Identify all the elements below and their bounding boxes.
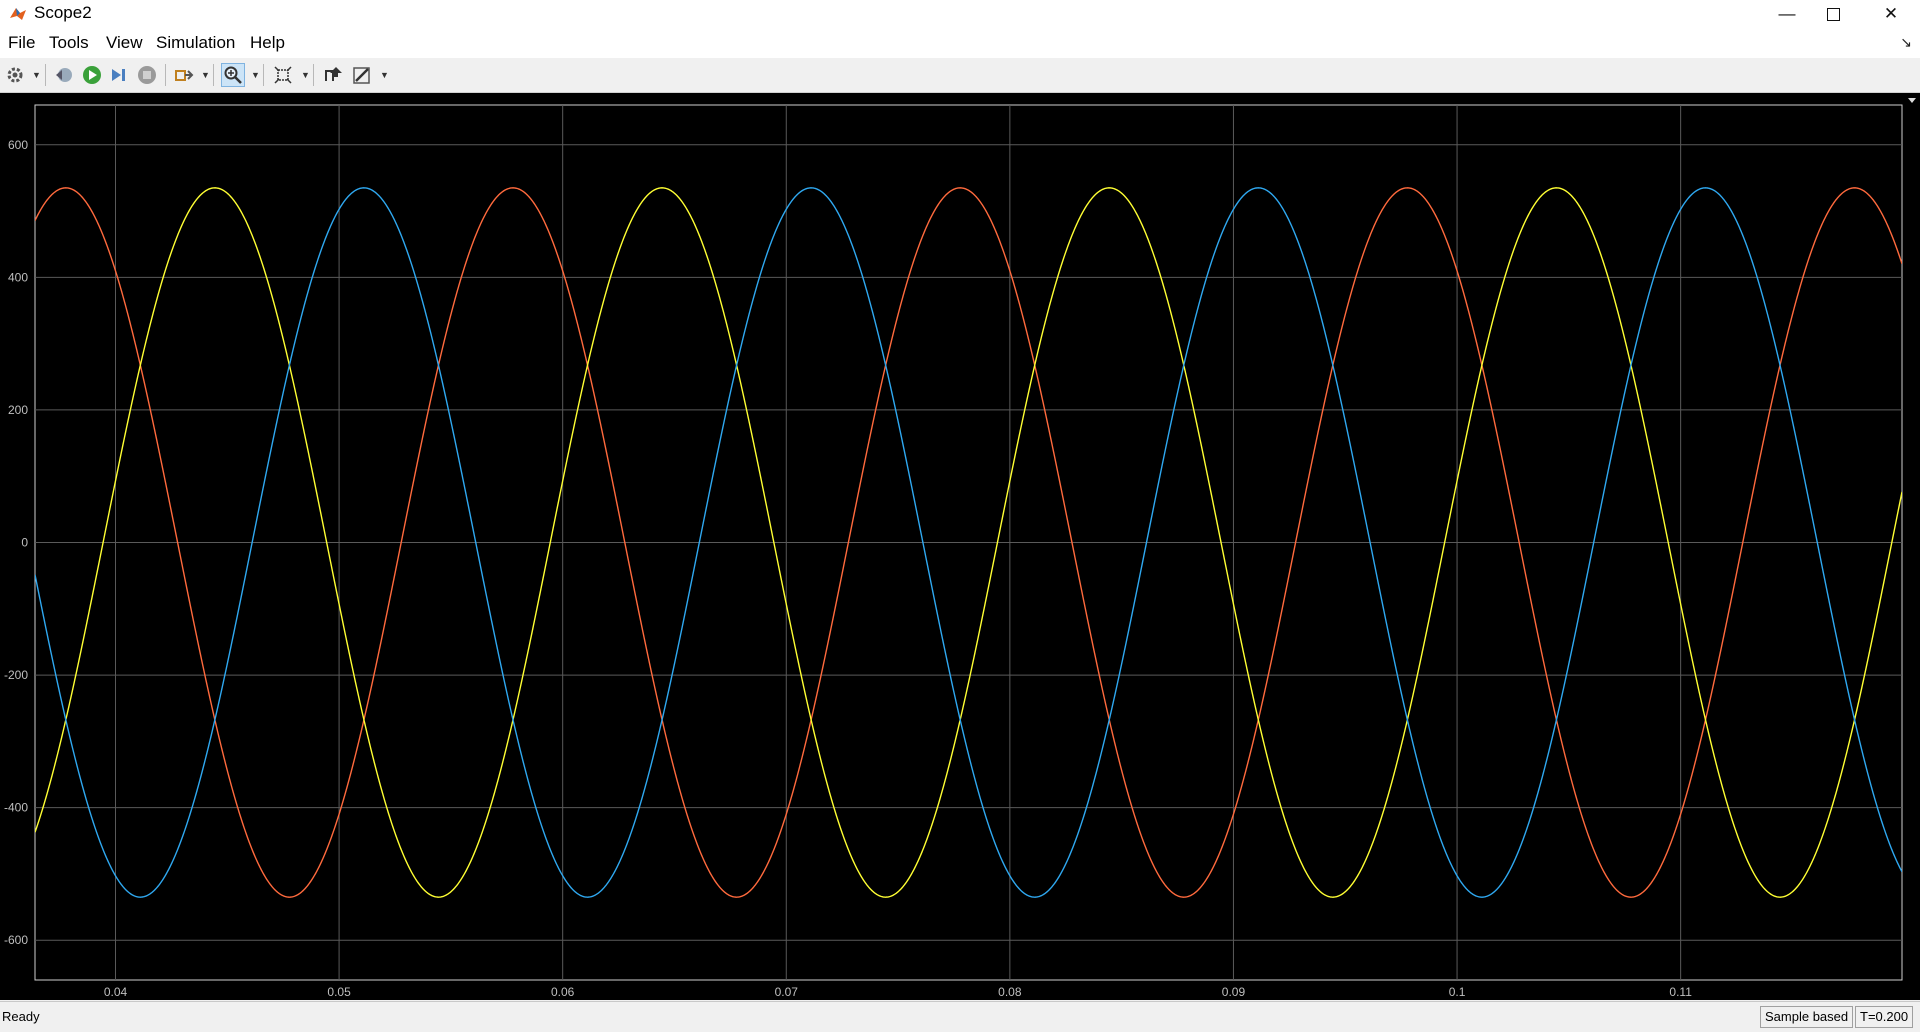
title-bar: Scope2 — ✕ <box>0 0 1920 28</box>
toolbar-separator <box>313 64 314 86</box>
status-bar: Ready Sample based T=0.200 <box>0 1001 1920 1032</box>
dock-arrow-icon[interactable]: ↘ <box>1900 34 1912 51</box>
x-tick-label: 0.06 <box>551 985 575 999</box>
y-tick-label: -600 <box>4 933 28 947</box>
simulation-time: T=0.200 <box>1855 1006 1914 1028</box>
x-tick-label: 0.04 <box>104 985 128 999</box>
autoscale-dropdown-icon[interactable]: ▼ <box>301 70 310 80</box>
toolbar-separator <box>165 64 166 86</box>
measurements-dropdown-icon[interactable]: ▼ <box>380 70 389 80</box>
play-icon <box>83 66 101 84</box>
step-back-icon <box>56 68 72 82</box>
toolbar-separator <box>45 64 46 86</box>
stop-button[interactable] <box>135 63 159 87</box>
menu-file[interactable]: File <box>8 33 35 53</box>
close-button[interactable]: ✕ <box>1868 0 1914 28</box>
run-button[interactable] <box>80 63 104 87</box>
y-tick-label: 0 <box>21 536 28 550</box>
menu-simulation[interactable]: Simulation <box>156 33 235 53</box>
y-tick-label: -200 <box>4 668 28 682</box>
maximize-icon <box>1826 7 1840 21</box>
right-edge-strip <box>1904 93 1920 1000</box>
x-tick-label: 0.08 <box>998 985 1022 999</box>
autoscale-icon <box>274 66 292 84</box>
trigger-icon <box>325 67 342 81</box>
step-back-button[interactable] <box>52 63 76 87</box>
step-forward-icon <box>112 69 125 81</box>
settings-button[interactable] <box>3 63 27 87</box>
minimize-icon: — <box>1778 4 1796 23</box>
sample-mode-indicator: Sample based <box>1760 1006 1854 1028</box>
close-icon: ✕ <box>1883 4 1899 23</box>
highlight-block-button[interactable] <box>172 63 196 87</box>
x-tick-label: 0.1 <box>1449 985 1466 999</box>
menu-help[interactable]: Help <box>250 33 285 53</box>
step-forward-button[interactable] <box>107 63 131 87</box>
settings-dropdown-icon[interactable]: ▼ <box>32 70 41 80</box>
x-tick-label: 0.07 <box>775 985 799 999</box>
status-text: Ready <box>2 1009 40 1024</box>
minimize-button[interactable]: — <box>1764 0 1810 28</box>
gear-icon <box>7 67 23 83</box>
ruler-pencil-icon <box>353 67 370 84</box>
y-tick-label: -400 <box>4 801 28 815</box>
y-tick-label: 200 <box>8 403 28 417</box>
zoom-dropdown-icon[interactable]: ▼ <box>251 70 260 80</box>
triggers-button[interactable] <box>321 63 345 87</box>
stop-icon <box>138 66 156 84</box>
menu-bar: File Tools View Simulation Help ↘ <box>0 28 1920 58</box>
menu-view[interactable]: View <box>106 33 143 53</box>
toolbar: ▼ ▼ ▼ ▼ ▼ <box>0 58 1920 93</box>
zoom-button[interactable] <box>221 63 245 87</box>
matlab-logo-icon <box>10 8 26 20</box>
y-tick-label: 400 <box>8 270 28 284</box>
maximize-button[interactable] <box>1810 0 1856 28</box>
expand-arrow-icon[interactable] <box>1904 93 1920 107</box>
highlight-dropdown-icon[interactable]: ▼ <box>201 70 210 80</box>
toolbar-separator <box>263 64 264 86</box>
scope-axes[interactable]: 0.04 0.05 0.06 0.07 0.08 0.09 0.1 0.11 600 400 200… <box>0 93 1920 1000</box>
toolbar-separator <box>213 64 214 86</box>
y-tick-label: 600 <box>8 138 28 152</box>
menu-tools[interactable]: Tools <box>49 33 89 53</box>
window-title: Scope2 <box>34 3 92 22</box>
x-tick-label: 0.11 <box>1669 985 1692 999</box>
x-tick-label: 0.05 <box>327 985 351 999</box>
measurements-button[interactable] <box>350 63 374 87</box>
scope-display[interactable]: 0.04 0.05 0.06 0.07 0.08 0.09 0.1 0.11 600 400 200… <box>0 93 1920 1000</box>
x-tick-label: 0.09 <box>1222 985 1246 999</box>
zoom-in-icon <box>224 66 242 84</box>
autoscale-button[interactable] <box>271 63 295 87</box>
signal-tracing-icon <box>175 70 194 81</box>
